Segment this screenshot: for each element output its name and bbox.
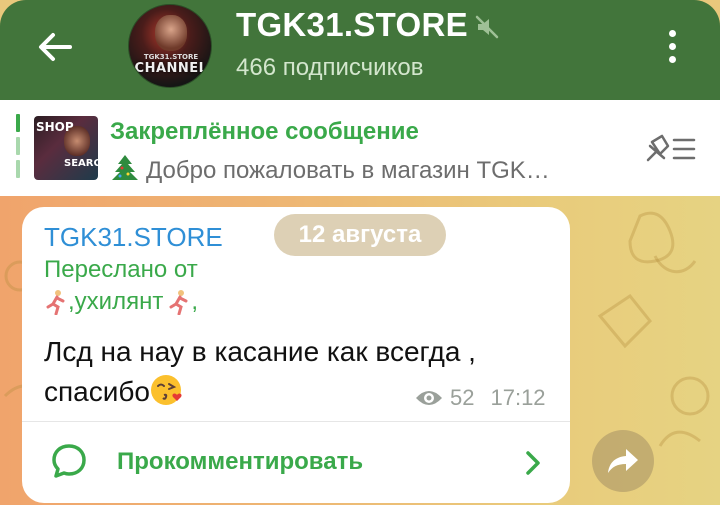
pinned-thumbnail: SHOP SEARCH bbox=[34, 116, 98, 180]
share-arrow-icon bbox=[608, 449, 638, 473]
pinned-indicator bbox=[16, 114, 20, 178]
menu-dot bbox=[668, 42, 676, 50]
pinned-text-row: Добро пожаловать в магазин TGK… bbox=[110, 154, 550, 185]
pin-list-icon[interactable] bbox=[642, 132, 698, 166]
comment-divider bbox=[22, 421, 570, 422]
message-meta: 52 17:12 bbox=[414, 385, 546, 411]
message-time: 17:12 bbox=[490, 385, 546, 410]
comment-bubble-icon bbox=[52, 444, 86, 478]
channel-avatar[interactable]: TGK31.STORE CHANNEL bbox=[128, 4, 212, 88]
date-badge: 12 августа bbox=[274, 214, 446, 256]
menu-dot bbox=[668, 55, 676, 63]
pinned-message-bar[interactable]: SHOP SEARCH Закреплённое сообщение Добро… bbox=[0, 100, 720, 196]
avatar-face bbox=[155, 15, 187, 51]
view-count: 52 bbox=[450, 385, 475, 410]
avatar-small-text: TGK31.STORE bbox=[143, 53, 199, 61]
channel-header: TGK31.STORE CHANNEL TGK31.STORE 466 подп… bbox=[0, 0, 720, 100]
avatar-big-text: CHANNEL bbox=[134, 61, 208, 76]
thumb-text-bottom: SEARCH bbox=[64, 158, 98, 169]
thumb-text-top: SHOP bbox=[36, 120, 74, 134]
runner-emoji-icon bbox=[46, 290, 65, 315]
kissing-face-emoji-icon bbox=[150, 375, 182, 405]
more-menu-button[interactable] bbox=[654, 22, 690, 70]
subscriber-count: 466 подписчиков bbox=[236, 54, 424, 81]
arrow-left-icon bbox=[39, 33, 72, 61]
comment-button[interactable]: Прокомментировать bbox=[22, 424, 570, 502]
message-body: Лсд на нау в касание как всегда , спасиб… bbox=[44, 336, 476, 407]
channel-title[interactable]: TGK31.STORE bbox=[236, 6, 468, 44]
share-button[interactable] bbox=[592, 430, 654, 492]
runner-emoji-icon bbox=[169, 290, 188, 315]
forwarded-from-name: ,ухилянт bbox=[68, 288, 164, 315]
comment-label: Прокомментировать bbox=[117, 448, 364, 475]
pinned-text: Добро пожаловать в магазин TGK… bbox=[146, 157, 550, 184]
back-button[interactable] bbox=[30, 24, 80, 70]
forwarded-label: Переслано от bbox=[44, 256, 198, 283]
comma: , bbox=[191, 288, 198, 315]
menu-dot bbox=[668, 29, 676, 37]
pinned-title: Закреплённое сообщение bbox=[110, 118, 419, 145]
christmas-tree-icon bbox=[112, 155, 138, 180]
forwarded-from[interactable]: ,ухилянт , bbox=[44, 288, 198, 316]
message-sender[interactable]: TGK31.STORE bbox=[44, 222, 223, 253]
muted-speaker-icon bbox=[475, 15, 499, 39]
eye-icon bbox=[416, 391, 442, 405]
chevron-right-icon bbox=[526, 451, 540, 475]
